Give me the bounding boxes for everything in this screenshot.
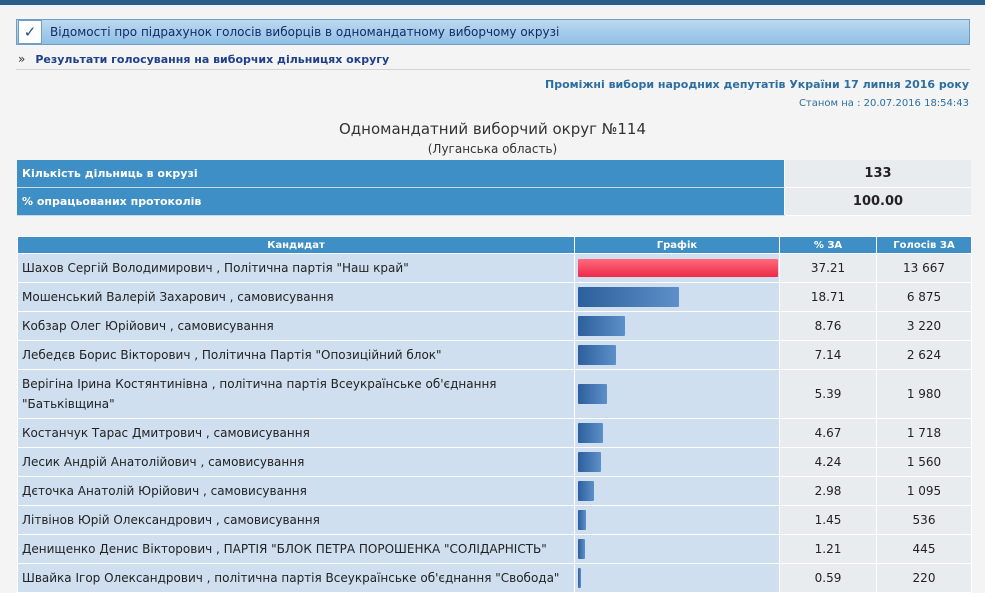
vote-bar [578,316,625,336]
vote-count: 2 624 [876,340,972,370]
candidate-row: Дєточка Анатолій Юрійович , самовисуванн… [17,476,972,506]
candidate-name: Кобзар Олег Юрійович , самовисування [17,311,575,341]
candidate-row: Костанчук Тарас Дмитрович , самовисуванн… [17,418,972,448]
top-bar [0,0,985,5]
section-header: ✓ Відомості про підрахунок голосів вибор… [16,19,970,45]
vote-count: 1 560 [876,447,972,477]
vote-count: 536 [876,505,972,535]
vote-graph-cell [574,282,780,312]
vote-percent: 7.14 [779,340,877,370]
candidate-name: Дєточка Анатолій Юрійович , самовисуванн… [17,476,575,506]
district-title: Одномандатний виборчий округ №114 [338,120,647,138]
vote-count: 220 [876,563,972,593]
header-graph: Графік [574,236,780,254]
vote-count: 445 [876,534,972,564]
vote-bar [578,384,607,404]
stat-label: % опрацьованих протоколів [17,187,785,216]
stat-label: Кількість дільниць в окрузі [17,160,785,188]
candidate-row: Лесик Андрій Анатолійович , самовисуванн… [17,447,972,477]
stats-table: Кількість дільниць в окрузі 133 % опраць… [17,160,971,216]
vote-count: 1 095 [876,476,972,506]
candidate-name: Верігіна Ірина Костянтинівна , політична… [17,369,575,419]
vote-percent: 4.24 [779,447,877,477]
candidate-row: Кобзар Олег Юрійович , самовисування 8.76… [17,311,972,341]
vote-percent: 1.45 [779,505,877,535]
candidate-row: Денищенко Денис Вікторович , ПАРТІЯ "БЛО… [17,534,972,564]
vote-graph-cell [574,418,780,448]
vote-bar [578,287,679,307]
as-of-timestamp: Станом на : 20.07.2016 18:54:43 [798,98,969,109]
section-title: Відомості про підрахунок голосів виборці… [50,25,560,39]
stat-value: 100.00 [784,187,971,216]
stat-row: Кількість дільниць в окрузі 133 [17,160,971,188]
candidate-name: Шахов Сергій Володимирович , Політична п… [17,253,575,283]
vote-graph-cell [574,563,780,593]
vote-percent: 2.98 [779,476,877,506]
vote-bar [578,568,581,588]
candidate-name: Лебедєв Борис Вікторович , Політична Пар… [17,340,575,370]
candidate-row: Літвінов Юрій Олександрович , самовисува… [17,505,972,535]
vote-count: 3 220 [876,311,972,341]
subnav: » Результати голосування на виборчих діл… [16,49,970,70]
vote-percent: 8.76 [779,311,877,341]
candidate-name: Мошенський Валерій Захарович , самовисув… [17,282,575,312]
vote-bar [578,539,585,559]
vote-percent: 18.71 [779,282,877,312]
candidate-row: Швайка Ігор Олександрович , політична па… [17,563,972,593]
vote-count: 6 875 [876,282,972,312]
vote-count: 13 667 [876,253,972,283]
election-title: Проміжні вибори народних депутатів Украї… [545,78,969,91]
vote-bar [578,345,616,365]
vote-graph-cell [574,476,780,506]
header-candidate: Кандидат [17,236,575,254]
candidate-row: Лебедєв Борис Вікторович , Політична Пар… [17,340,972,370]
vote-percent: 1.21 [779,534,877,564]
vote-bar [578,259,778,277]
candidate-row: Шахов Сергій Володимирович , Політична п… [17,253,972,283]
stat-row: % опрацьованих протоколів 100.00 [17,187,971,216]
vote-bar [578,423,603,443]
district-region: (Луганська область) [427,142,558,156]
chevron-right-icon: » [18,52,26,66]
vote-percent: 0.59 [779,563,877,593]
stat-value: 133 [784,160,971,188]
results-header-row: Кандидат Графік % ЗА Голосів ЗА [17,236,972,254]
vote-bar [578,481,594,501]
candidate-name: Літвінов Юрій Олександрович , самовисува… [17,505,575,535]
candidate-name: Швайка Ігор Олександрович , політична па… [17,563,575,593]
vote-graph-cell [574,369,780,419]
candidate-name: Лесик Андрій Анатолійович , самовисуванн… [17,447,575,477]
vote-bar [578,452,601,472]
vote-graph-cell [574,253,780,283]
vote-count: 1 718 [876,418,972,448]
header-pct: % ЗА [779,236,877,254]
vote-percent: 37.21 [779,253,877,283]
vote-graph-cell [574,447,780,477]
candidate-name: Костанчук Тарас Дмитрович , самовисуванн… [17,418,575,448]
candidate-row: Мошенський Валерій Захарович , самовисув… [17,282,972,312]
header-votes: Голосів ЗА [876,236,972,254]
vote-graph-cell [574,340,780,370]
checkbox-icon: ✓ [18,20,42,44]
vote-graph-cell [574,311,780,341]
vote-count: 1 980 [876,369,972,419]
vote-percent: 5.39 [779,369,877,419]
vote-graph-cell [574,534,780,564]
results-table: Кандидат Графік % ЗА Голосів ЗА Шахов Се… [17,236,972,593]
vote-graph-cell [574,505,780,535]
vote-bar [578,510,586,530]
candidate-name: Денищенко Денис Вікторович , ПАРТІЯ "БЛО… [17,534,575,564]
candidate-row: Верігіна Ірина Костянтинівна , політична… [17,369,972,419]
vote-percent: 4.67 [779,418,877,448]
precinct-results-link[interactable]: Результати голосування на виборчих дільн… [35,53,389,66]
